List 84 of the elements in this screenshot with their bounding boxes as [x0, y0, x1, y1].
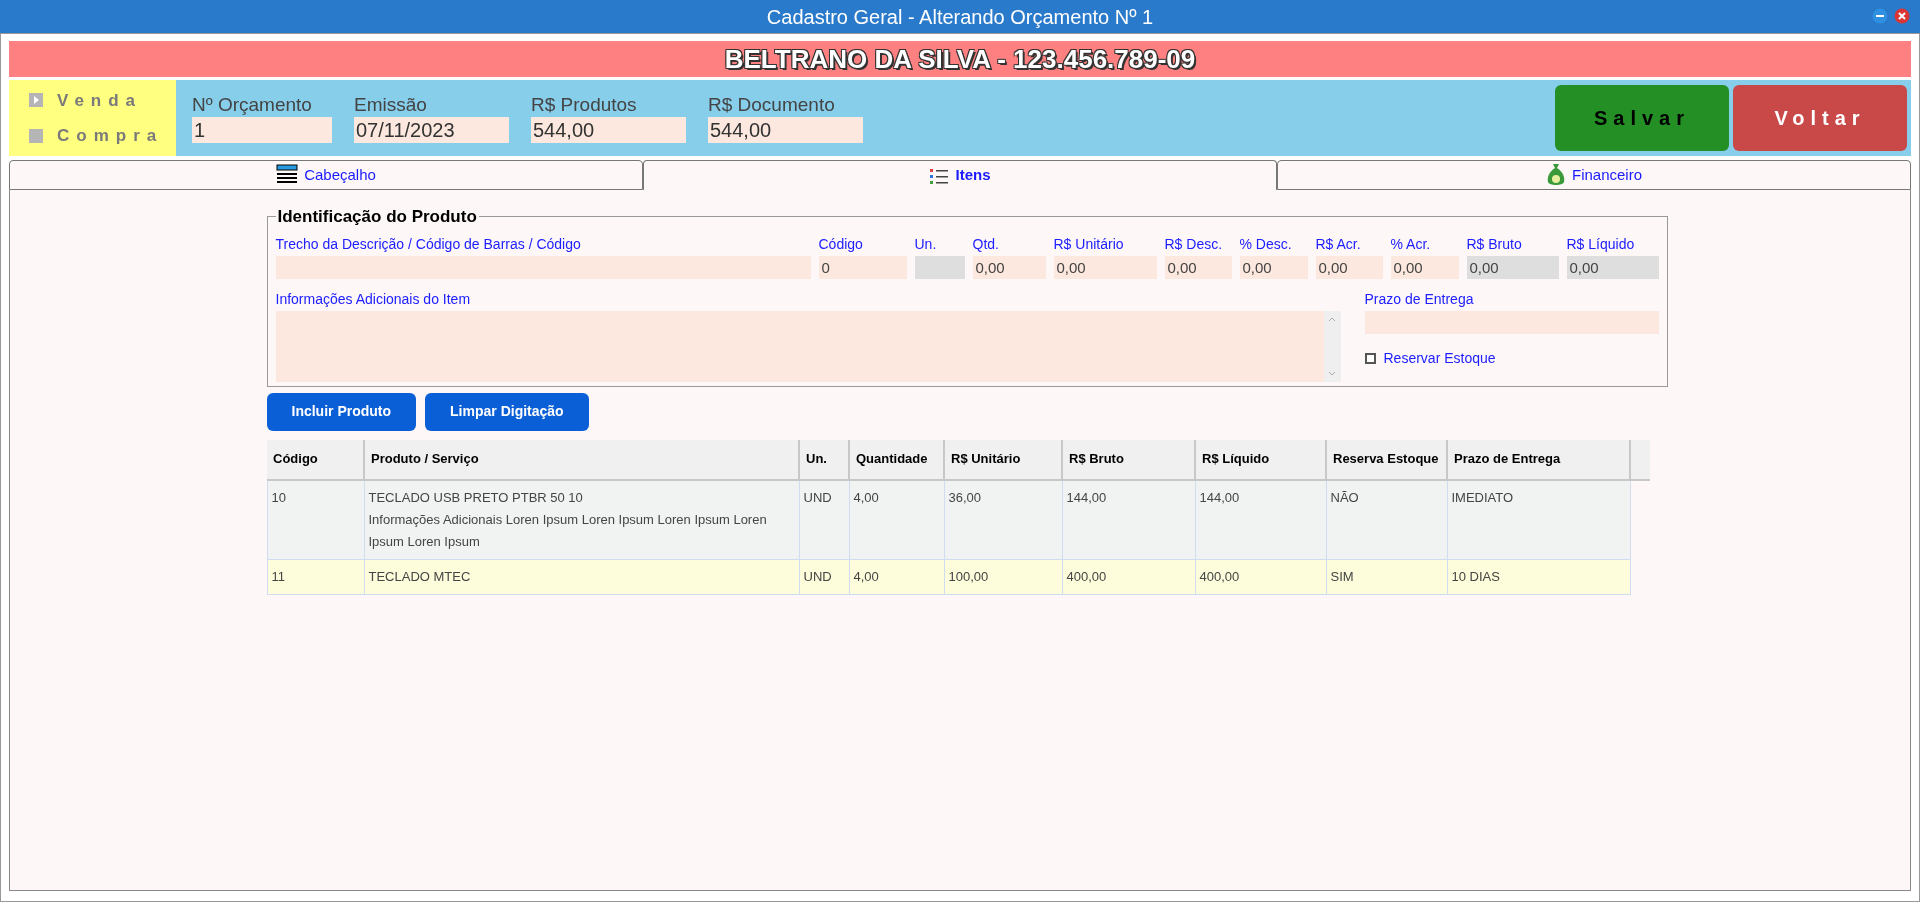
- input-field[interactable]: 0: [818, 255, 907, 279]
- table-cell: 10: [271, 489, 286, 505]
- checkbox-label[interactable]: Reservar Estoque: [1383, 347, 1496, 369]
- delivery-field[interactable]: [1364, 310, 1659, 334]
- section-title: Identificação do Produto: [276, 206, 478, 228]
- field-label: Prazo de Entrega: [1364, 289, 1475, 309]
- list-icon: [929, 166, 950, 185]
- tab[interactable]: Cabeçalho: [9, 160, 643, 190]
- input-field[interactable]: 0,00: [1164, 255, 1232, 279]
- summary-field[interactable]: 544,00: [708, 117, 863, 143]
- scroll-down-icon[interactable]: [1328, 370, 1336, 377]
- input-field[interactable]: 0,00: [1390, 255, 1459, 279]
- customer-title: BELTRANO DA SILVA - 123.456.789-09: [724, 42, 1196, 76]
- table-cell-text: TECLADO USB PRETO PTBR 50 10: [368, 488, 584, 507]
- field-label: Código: [818, 234, 864, 254]
- tab[interactable]: Financeiro: [1277, 160, 1911, 190]
- item-details: Informações Adicionais Loren Ipsum Loren Ipsum Loren Ipsum Loren Ipsum Loren Ipsum: [368, 510, 768, 551]
- table-cell: NÃO: [1330, 489, 1359, 505]
- field-label: R$ Bruto: [1466, 234, 1523, 254]
- save-button[interactable]: Salvar: [1555, 85, 1729, 151]
- input-field[interactable]: 0,00: [1315, 255, 1383, 279]
- input-field[interactable]: 0,00: [1239, 255, 1308, 279]
- column-header[interactable]: Prazo de Entrega: [1447, 439, 1630, 480]
- table-cell: UND: [803, 489, 832, 505]
- radio-option[interactable]: Venda: [29, 87, 176, 113]
- field-label: R$ Líquido: [1566, 234, 1636, 254]
- input-field[interactable]: 0,00: [1053, 255, 1157, 279]
- summary-field[interactable]: 1: [192, 117, 332, 143]
- input-field[interactable]: 0,00: [1566, 255, 1659, 279]
- summary-field[interactable]: 07/11/2023: [354, 117, 509, 143]
- field-label: Nº Orçamento: [192, 93, 313, 117]
- close-icon[interactable]: [1894, 8, 1910, 24]
- table-cell: IMEDIATO: [1451, 489, 1514, 505]
- back-button[interactable]: Voltar: [1733, 85, 1907, 151]
- column-header[interactable]: Quantidade: [849, 439, 944, 480]
- table-cell: 144,00: [1066, 489, 1107, 505]
- field-label: R$ Acr.: [1315, 234, 1362, 254]
- table-cell: 400,00: [1066, 568, 1107, 584]
- checkbox[interactable]: [1364, 352, 1376, 364]
- field-label: Qtd.: [972, 234, 1000, 254]
- field-label: Emissão: [354, 93, 428, 117]
- table-cell: 4,00: [853, 568, 879, 584]
- scroll-up-icon[interactable]: [1328, 315, 1336, 322]
- summary-field[interactable]: 544,00: [531, 117, 686, 143]
- scrollbar[interactable]: [1323, 310, 1341, 382]
- column-header[interactable]: Reserva Estoque: [1326, 439, 1447, 480]
- input-field[interactable]: [914, 255, 965, 279]
- tab[interactable]: Itens: [643, 160, 1277, 190]
- table-cell: 4,00: [853, 489, 879, 505]
- table-cell: 10 DIAS: [1451, 568, 1500, 584]
- field-label: R$ Unitário: [1053, 234, 1125, 254]
- field-label: Trecho da Descrição / Código de Barras / Código: [275, 234, 582, 254]
- table-cell: TECLADO MTEC: [368, 568, 471, 584]
- column-header[interactable]: R$ Líquido: [1195, 439, 1326, 480]
- table-cell: 36,00: [948, 489, 982, 505]
- column-header[interactable]: Código: [267, 439, 364, 480]
- minimize-icon[interactable]: [1872, 8, 1888, 24]
- stack-icon: [276, 164, 299, 186]
- table-cell: SIM: [1330, 568, 1354, 584]
- field-label: R$ Desc.: [1164, 234, 1224, 254]
- table-cell: 400,00: [1199, 568, 1240, 584]
- column-header[interactable]: R$ Bruto: [1062, 439, 1195, 480]
- input-field[interactable]: 0,00: [1466, 255, 1559, 279]
- field-label: % Desc.: [1239, 234, 1293, 254]
- field-label: Un.: [914, 234, 938, 254]
- table-cell: UND: [803, 568, 832, 584]
- window-title: Cadastro Geral - Alterando Orçamento Nº 1: [766, 4, 1154, 30]
- input-field[interactable]: 0,00: [972, 255, 1046, 279]
- field-label: Informações Adicionais do Item: [275, 289, 472, 309]
- column-header[interactable]: Un.: [799, 439, 849, 480]
- input-field[interactable]: [275, 255, 811, 279]
- field-label: % Acr.: [1390, 234, 1432, 254]
- notes-field[interactable]: [275, 310, 1341, 382]
- table-cell: 11: [271, 568, 285, 584]
- radio-option[interactable]: Compra: [29, 123, 176, 149]
- column-header[interactable]: Produto / Serviço: [364, 439, 799, 480]
- form-button[interactable]: Limpar Digitação: [425, 392, 589, 431]
- column-header[interactable]: R$ Unitário: [944, 439, 1062, 480]
- field-label: R$ Documento: [708, 93, 836, 117]
- money-bag-icon: [1545, 163, 1566, 187]
- form-button[interactable]: Incluir Produto: [266, 392, 417, 431]
- field-label: R$ Produtos: [531, 93, 638, 117]
- table-cell: 144,00: [1199, 489, 1240, 505]
- table-cell: 100,00: [948, 568, 989, 584]
